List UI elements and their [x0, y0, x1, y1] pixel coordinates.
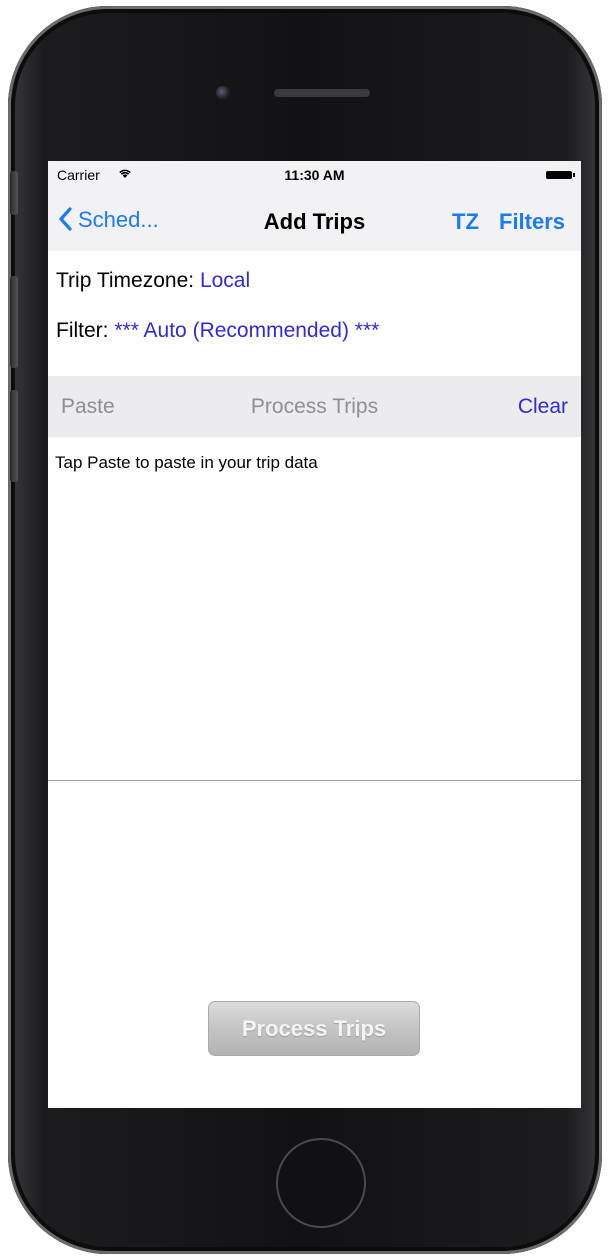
trip-timezone-row: Trip Timezone: Local: [56, 269, 250, 293]
volume-down-button: [10, 390, 18, 482]
filter-value[interactable]: *** Auto (Recommended) ***: [114, 319, 379, 342]
trip-data-text-area[interactable]: Tap Paste to paste in your trip data: [55, 453, 318, 473]
speaker-grille: [274, 89, 370, 97]
home-button[interactable]: [276, 1138, 366, 1228]
clock-time: 11:30 AM: [284, 167, 345, 183]
app-screen: Carrier 11:30 AM Sched... Add Trips TZ F…: [48, 161, 581, 1108]
camera-icon: [216, 86, 230, 100]
divider: [48, 780, 581, 781]
clear-button[interactable]: Clear: [518, 395, 568, 419]
battery-icon: [546, 171, 575, 179]
status-bar: Carrier 11:30 AM: [48, 161, 581, 189]
volume-up-button: [10, 276, 18, 368]
device-stage: Carrier 11:30 AM Sched... Add Trips TZ F…: [0, 0, 609, 1259]
filters-button[interactable]: Filters: [499, 209, 565, 235]
mute-switch: [10, 171, 18, 215]
navigation-bar: Sched... Add Trips TZ Filters: [48, 189, 581, 251]
process-trips-button[interactable]: Process Trips: [208, 1001, 420, 1056]
filter-label: Filter:: [56, 319, 109, 342]
toolbar-process-trips-button[interactable]: Process Trips: [48, 395, 581, 419]
action-toolbar: Paste Process Trips Clear: [48, 376, 581, 437]
trip-timezone-label: Trip Timezone:: [56, 269, 195, 292]
trip-timezone-value[interactable]: Local: [200, 269, 250, 292]
filter-row: Filter: *** Auto (Recommended) ***: [56, 319, 379, 343]
tz-button[interactable]: TZ: [452, 209, 479, 235]
